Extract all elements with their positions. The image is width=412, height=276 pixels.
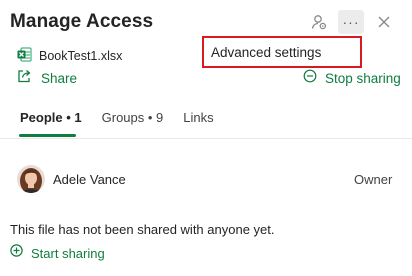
- tab-groups[interactable]: Groups • 9: [102, 110, 164, 125]
- avatar: [17, 165, 45, 193]
- close-icon: [378, 16, 390, 28]
- excel-file-icon: [17, 47, 32, 65]
- start-sharing-button[interactable]: Start sharing: [10, 244, 105, 262]
- stop-sharing-label: Stop sharing: [325, 71, 401, 86]
- active-tab-indicator: [19, 134, 76, 137]
- more-options-menu: Advanced settings: [202, 36, 362, 68]
- person-settings-icon[interactable]: [308, 11, 330, 33]
- menu-item-advanced-settings[interactable]: Advanced settings: [211, 45, 321, 60]
- file-info: BookTest1.xlsx: [17, 47, 122, 65]
- page-title: Manage Access: [10, 11, 154, 32]
- stop-sharing-icon: [303, 69, 317, 88]
- share-icon: [17, 69, 32, 88]
- tab-links[interactable]: Links: [183, 110, 213, 125]
- more-icon: ···: [342, 14, 360, 30]
- more-options-button[interactable]: ···: [338, 10, 364, 34]
- add-circle-icon: [10, 244, 23, 262]
- person-name: Adele Vance: [53, 172, 126, 187]
- close-button[interactable]: [373, 11, 395, 33]
- empty-state-message: This file has not been shared with anyon…: [10, 222, 275, 237]
- tab-divider: [0, 138, 412, 139]
- tab-bar: People • 1 Groups • 9 Links: [20, 110, 234, 125]
- tab-people[interactable]: People • 1: [20, 110, 82, 125]
- share-button[interactable]: Share: [17, 69, 77, 88]
- stop-sharing-button[interactable]: Stop sharing: [303, 69, 401, 88]
- file-name: BookTest1.xlsx: [39, 49, 123, 63]
- start-sharing-label: Start sharing: [31, 245, 105, 261]
- share-label: Share: [41, 71, 78, 86]
- person-role[interactable]: Owner: [354, 172, 392, 187]
